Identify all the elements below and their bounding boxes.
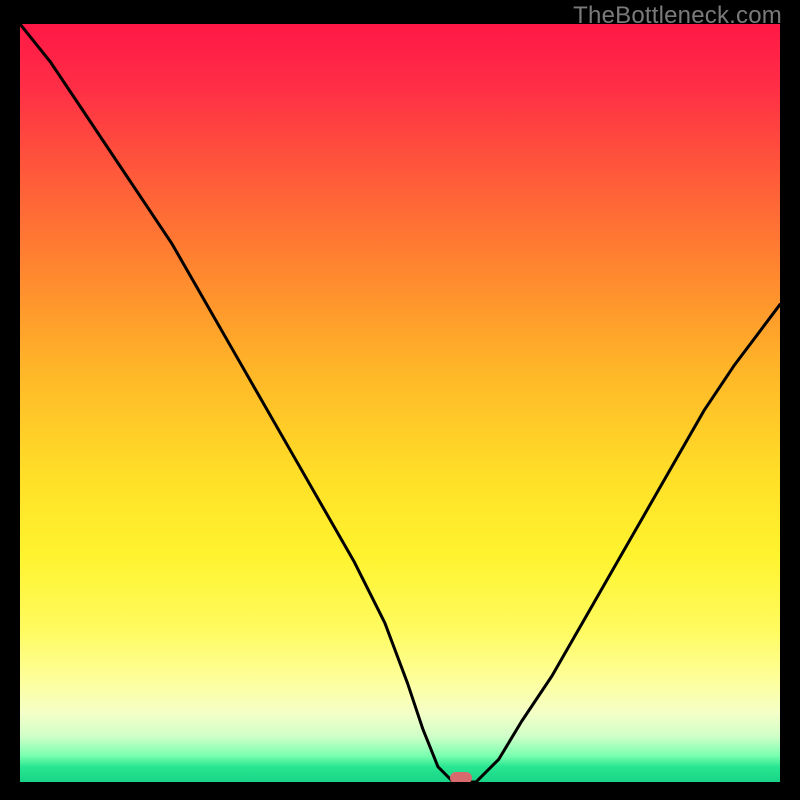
watermark-text: TheBottleneck.com <box>573 2 782 30</box>
bottleneck-curve <box>20 24 780 782</box>
chart-plot-area <box>20 24 780 782</box>
optimal-point-marker <box>450 772 472 782</box>
